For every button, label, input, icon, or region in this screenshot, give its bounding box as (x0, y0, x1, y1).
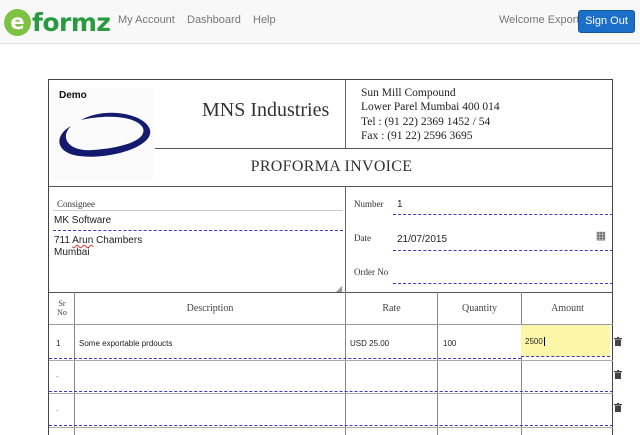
welcome-text: Welcome Export (499, 14, 580, 26)
consignee-name: MK Software (54, 215, 112, 226)
address-line: Lower Parel Mumbai 400 014 (361, 101, 500, 113)
calendar-icon[interactable]: ▦ (594, 229, 608, 243)
invoice-title: PROFORMA INVOICE (250, 158, 413, 175)
logo-wordmark: formz (32, 7, 111, 37)
sign-out-button[interactable]: Sign Out (578, 10, 635, 33)
order-no-label: Order No (354, 267, 389, 277)
column-header-srno: Sr No (57, 299, 67, 317)
consignee-address-line1: 711 Arun Chambers (54, 235, 143, 246)
demo-label: Demo (59, 90, 87, 101)
column-header-amount: Amount (551, 303, 584, 314)
nav-dashboard[interactable]: Dashboard (187, 14, 241, 26)
company-name: MNS Industries (202, 99, 330, 121)
row-srno: - (56, 406, 59, 415)
row-rate-input[interactable]: USD 25.00 (350, 339, 389, 348)
column-header-description: Description (186, 303, 234, 314)
address-line: Sun Mill Compound (361, 87, 456, 99)
nav-help[interactable]: Help (253, 14, 276, 26)
row-srno: 1 (56, 339, 61, 348)
text-caret (543, 337, 545, 347)
trash-icon[interactable] (614, 403, 622, 412)
number-field[interactable]: 1 (397, 199, 403, 210)
consignee-address-line2: Mumbai (54, 247, 90, 258)
date-field[interactable]: 21/07/2015 (397, 234, 447, 245)
column-header-rate: Rate (382, 303, 401, 314)
address-line: Tel : (91 22) 2369 1452 / 54 (361, 116, 491, 128)
trash-icon[interactable] (614, 370, 622, 379)
column-header-quantity: Quantity (462, 303, 497, 314)
address-line: Fax : (91 22) 2596 3695 (361, 130, 473, 142)
invoice-form: Demo MNS Industries Sun Mill Compound Lo… (48, 79, 613, 435)
row-description-input[interactable]: Some exportable prdoucts (79, 339, 172, 348)
nav-my-account[interactable]: My Account (118, 14, 175, 26)
row-srno: - (56, 372, 59, 381)
row-quantity-input[interactable]: 100 (443, 339, 456, 348)
trash-icon[interactable] (614, 337, 622, 346)
number-label: Number (354, 199, 384, 209)
row-amount-input[interactable]: 2500 (521, 325, 610, 357)
logo-e-icon: e (4, 8, 31, 36)
top-navbar: e formz My Account Dashboard Help Welcom… (0, 0, 640, 44)
consignee-label: Consignee (57, 199, 95, 209)
date-label: Date (354, 233, 371, 243)
eformz-logo[interactable]: e formz (4, 7, 111, 37)
